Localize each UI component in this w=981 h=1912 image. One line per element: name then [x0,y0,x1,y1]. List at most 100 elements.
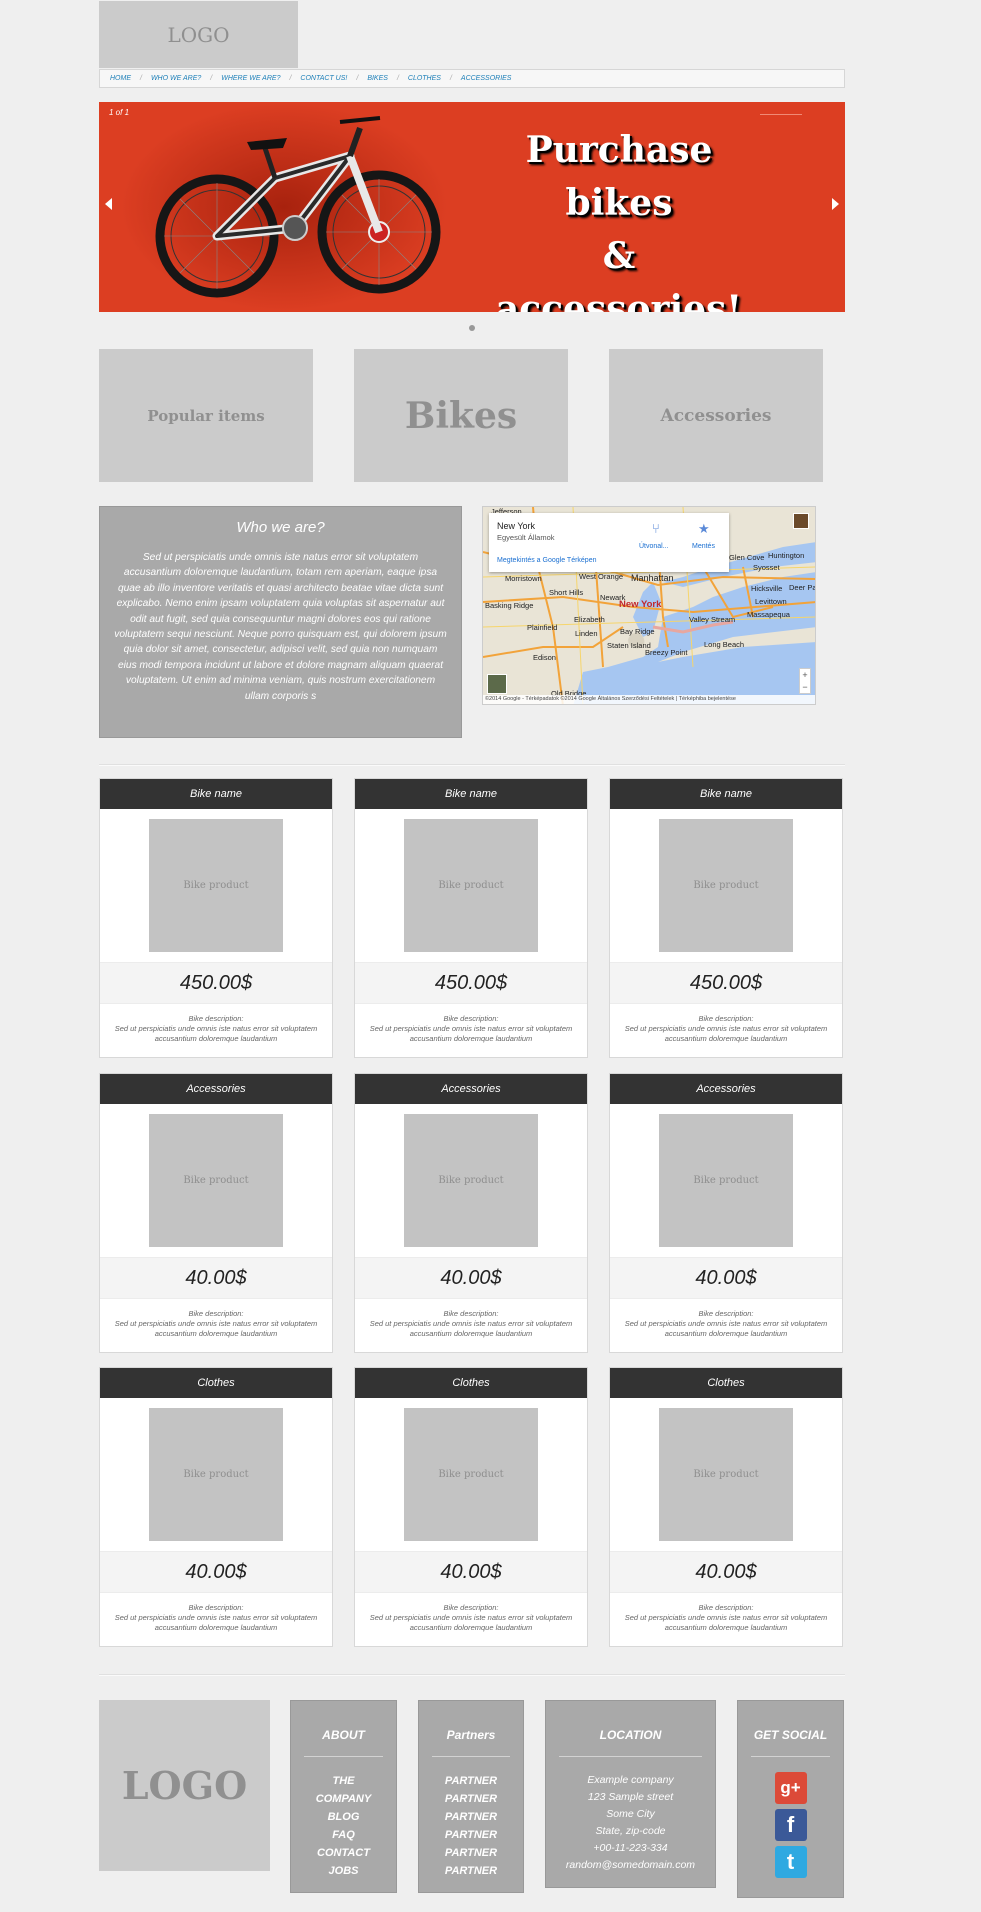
product-card[interactable]: Bike name Bike product 450.00$ Bike descrip… [354,778,588,1058]
slider-prev-arrow[interactable] [105,198,112,210]
product-description-label: Bike description: [698,1014,754,1023]
product-card[interactable]: Clothes Bike product 40.00$ Bike descriptio… [609,1367,843,1647]
breadcrumb-nav: HOME / WHO WE ARE? / WHERE WE ARE? / CONTACT U… [99,69,845,88]
product-description-label: Bike description: [443,1603,499,1612]
footer-about-link[interactable]: THE [291,1772,396,1790]
product-card[interactable]: Accessories Bike product 40.00$ Bike descri… [99,1073,333,1353]
map-label: Breezy Point [645,648,688,657]
google-map[interactable]: Jefferson Morristown West Orange Manhatt… [482,506,816,705]
category-popular-items[interactable]: Popular items [99,349,313,482]
product-description-text: Sed ut perspiciatis unde omnis iste natu… [624,1613,828,1632]
product-description: Bike description: Sed ut perspiciatis und… [100,1299,332,1339]
product-title[interactable]: Bike name [610,779,842,809]
footer-partner-link[interactable]: PARTNER [419,1862,523,1880]
nav-item-who-we-are[interactable]: WHO WE ARE? [151,75,201,82]
category-accessories[interactable]: Accessories [609,349,823,482]
product-image[interactable]: Bike product [149,819,283,952]
footer-partner-link[interactable]: PARTNER [419,1808,523,1826]
product-card[interactable]: Accessories Bike product 40.00$ Bike descri… [354,1073,588,1353]
google-plus-icon[interactable]: g+ [774,1772,807,1804]
product-description-text: Sed ut perspiciatis unde omnis iste natu… [624,1024,828,1043]
category-bikes[interactable]: Bikes [354,349,568,482]
product-card[interactable]: Accessories Bike product 40.00$ Bike descri… [609,1073,843,1353]
footer-about-link[interactable]: COMPANY [291,1790,396,1808]
nav-separator: / [210,75,213,82]
footer-partner-link[interactable]: PARTNER [419,1772,523,1790]
footer-divider [751,1756,830,1757]
product-image[interactable]: Bike product [404,1408,538,1541]
footer-location-lines: Example company 123 Sample street Some Cit… [546,1772,715,1874]
product-title[interactable]: Bike name [100,779,332,809]
footer-partners: Partners PARTNER PARTNER PARTNER PARTNER PAR… [418,1700,524,1893]
product-description-text: Sed ut perspiciatis unde omnis iste natu… [114,1613,318,1632]
zoom-in-icon[interactable]: + [800,669,810,681]
map-label: Edison [533,653,556,662]
footer-about-link[interactable]: BLOG [291,1808,396,1826]
zoom-control[interactable]: + − [799,668,811,694]
nav-separator: / [396,75,399,82]
nav-separator: / [289,75,292,82]
slider-next-arrow[interactable] [832,198,839,210]
product-card[interactable]: Clothes Bike product 40.00$ Bike descriptio… [99,1367,333,1647]
product-title[interactable]: Clothes [355,1368,587,1398]
footer-logo[interactable]: LOGO [99,1700,270,1871]
nav-item-accessories[interactable]: ACCESSORIES [461,75,512,82]
product-title[interactable]: Clothes [610,1368,842,1398]
product-card[interactable]: Bike name Bike product 450.00$ Bike descrip… [99,778,333,1058]
product-image[interactable]: Bike product [404,1114,538,1247]
product-description: Bike description: Sed ut perspiciatis und… [355,1593,587,1633]
product-title[interactable]: Accessories [100,1074,332,1104]
nav-item-contact-us[interactable]: CONTACT US! [300,75,347,82]
product-image[interactable]: Bike product [149,1114,283,1247]
zoom-out-icon[interactable]: − [800,681,810,693]
footer-location-line: +00-11-223-334 [593,1842,668,1854]
footer-partners-title: Partners [446,1728,496,1742]
product-image[interactable]: Bike product [659,819,793,952]
product-title[interactable]: Bike name [355,779,587,809]
nav-item-where-we-are[interactable]: WHERE WE ARE? [221,75,280,82]
footer-divider [432,1756,510,1757]
directions-icon[interactable]: ⑂ [652,521,660,536]
star-icon[interactable]: ★ [698,521,710,537]
footer-about-link[interactable]: FAQ [291,1826,396,1844]
product-card[interactable]: Clothes Bike product 40.00$ Bike descriptio… [354,1367,588,1647]
product-image[interactable]: Bike product [404,819,538,952]
footer-about-link[interactable]: CONTACT [291,1844,396,1862]
map-label: Short Hills [549,588,584,597]
map-label: Levittown [755,597,787,606]
product-title[interactable]: Clothes [100,1368,332,1398]
product-title[interactable]: Accessories [610,1074,842,1104]
product-card[interactable]: Bike name Bike product 450.00$ Bike descrip… [609,778,843,1058]
footer-about-link[interactable]: JOBS [291,1862,396,1880]
footer-partner-link[interactable]: PARTNER [419,1844,523,1862]
footer-partner-link[interactable]: PARTNER [419,1790,523,1808]
product-title[interactable]: Accessories [355,1074,587,1104]
nav-separator: / [449,75,452,82]
map-label: Plainfield [527,623,558,632]
footer-partner-link[interactable]: PARTNER [419,1826,523,1844]
nav-item-bikes[interactable]: BIKES [367,75,388,82]
map-place-country: Egyesült Államok [497,533,555,542]
product-description: Bike description: Sed ut perspiciatis und… [610,1004,842,1044]
slide-title-line: Purchase bikes [525,129,713,224]
product-image[interactable]: Bike product [659,1408,793,1541]
facebook-icon[interactable]: f [774,1809,807,1841]
footer-about: ABOUT THE COMPANY BLOG FAQ CONTACT JOBS [290,1700,397,1893]
map-view-link[interactable]: Megtekintés a Google Térképen [497,557,597,564]
nav-item-clothes[interactable]: CLOTHES [408,75,441,82]
map-save-link[interactable]: Mentés [692,543,715,550]
product-image[interactable]: Bike product [149,1408,283,1541]
map-directions-link[interactable]: Útvonal... [639,543,669,550]
twitter-icon[interactable]: t [774,1846,807,1878]
product-description: Bike description: Sed ut perspiciatis und… [100,1004,332,1044]
product-price: 450.00$ [355,962,587,1004]
slider-dot[interactable] [469,325,475,331]
product-description-text: Sed ut perspiciatis unde omnis iste natu… [369,1613,573,1632]
satellite-thumbnail[interactable] [487,674,507,694]
header-logo[interactable]: LOGO [99,1,298,68]
street-view-pegman-icon[interactable] [793,513,809,529]
nav-item-home[interactable]: HOME [110,75,131,82]
map-attribution: ©2014 Google - Térképadatok ©2014 Google… [483,695,815,704]
product-description: Bike description: Sed ut perspiciatis und… [100,1593,332,1633]
product-image[interactable]: Bike product [659,1114,793,1247]
